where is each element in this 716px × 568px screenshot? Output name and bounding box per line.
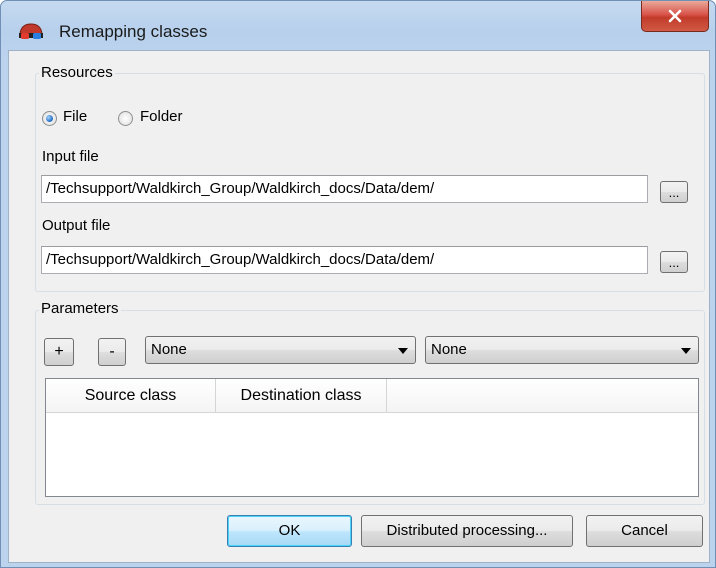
input-file-field[interactable]: /Techsupport/Waldkirch_Group/Waldkirch_d…: [41, 175, 648, 203]
file-radio-label[interactable]: File: [63, 108, 87, 125]
column-header-destination-class[interactable]: Destination class: [216, 379, 387, 413]
file-radio[interactable]: [42, 111, 57, 126]
cancel-button[interactable]: Cancel: [586, 515, 703, 547]
output-file-field[interactable]: /Techsupport/Waldkirch_Group/Waldkirch_d…: [41, 246, 648, 274]
add-row-button[interactable]: +: [44, 338, 74, 366]
folder-radio-label[interactable]: Folder: [140, 108, 183, 125]
dialog-client-area: Resources File Folder Input file /Techsu…: [8, 50, 710, 563]
resources-group-title: Resources: [39, 64, 115, 81]
output-file-label: Output file: [42, 217, 111, 234]
ok-button[interactable]: OK: [227, 515, 352, 547]
parameters-group-title: Parameters: [39, 300, 121, 317]
3d-glasses-icon: [18, 22, 44, 44]
close-icon: [667, 9, 683, 23]
window-title: Remapping classes: [59, 22, 208, 41]
output-browse-button[interactable]: ...: [660, 251, 688, 273]
column-header-source-class[interactable]: Source class: [46, 379, 216, 413]
class-mapping-table[interactable]: Source class Destination class: [45, 378, 699, 497]
distributed-processing-button[interactable]: Distributed processing...: [361, 515, 573, 547]
remove-row-button[interactable]: -: [98, 338, 126, 366]
input-browse-button[interactable]: ...: [660, 181, 688, 203]
destination-class-combo[interactable]: None: [425, 336, 699, 364]
chevron-down-icon: [681, 348, 691, 354]
folder-radio[interactable]: [118, 111, 133, 126]
close-button[interactable]: [641, 1, 709, 32]
source-class-combo[interactable]: None: [145, 336, 416, 364]
dialog-window: Remapping classes Resources File Folder …: [0, 0, 716, 568]
destination-class-combo-value: None: [431, 341, 467, 358]
input-file-label: Input file: [42, 148, 99, 165]
chevron-down-icon: [398, 348, 408, 354]
source-class-combo-value: None: [151, 341, 187, 358]
table-header-filler: [387, 379, 698, 413]
